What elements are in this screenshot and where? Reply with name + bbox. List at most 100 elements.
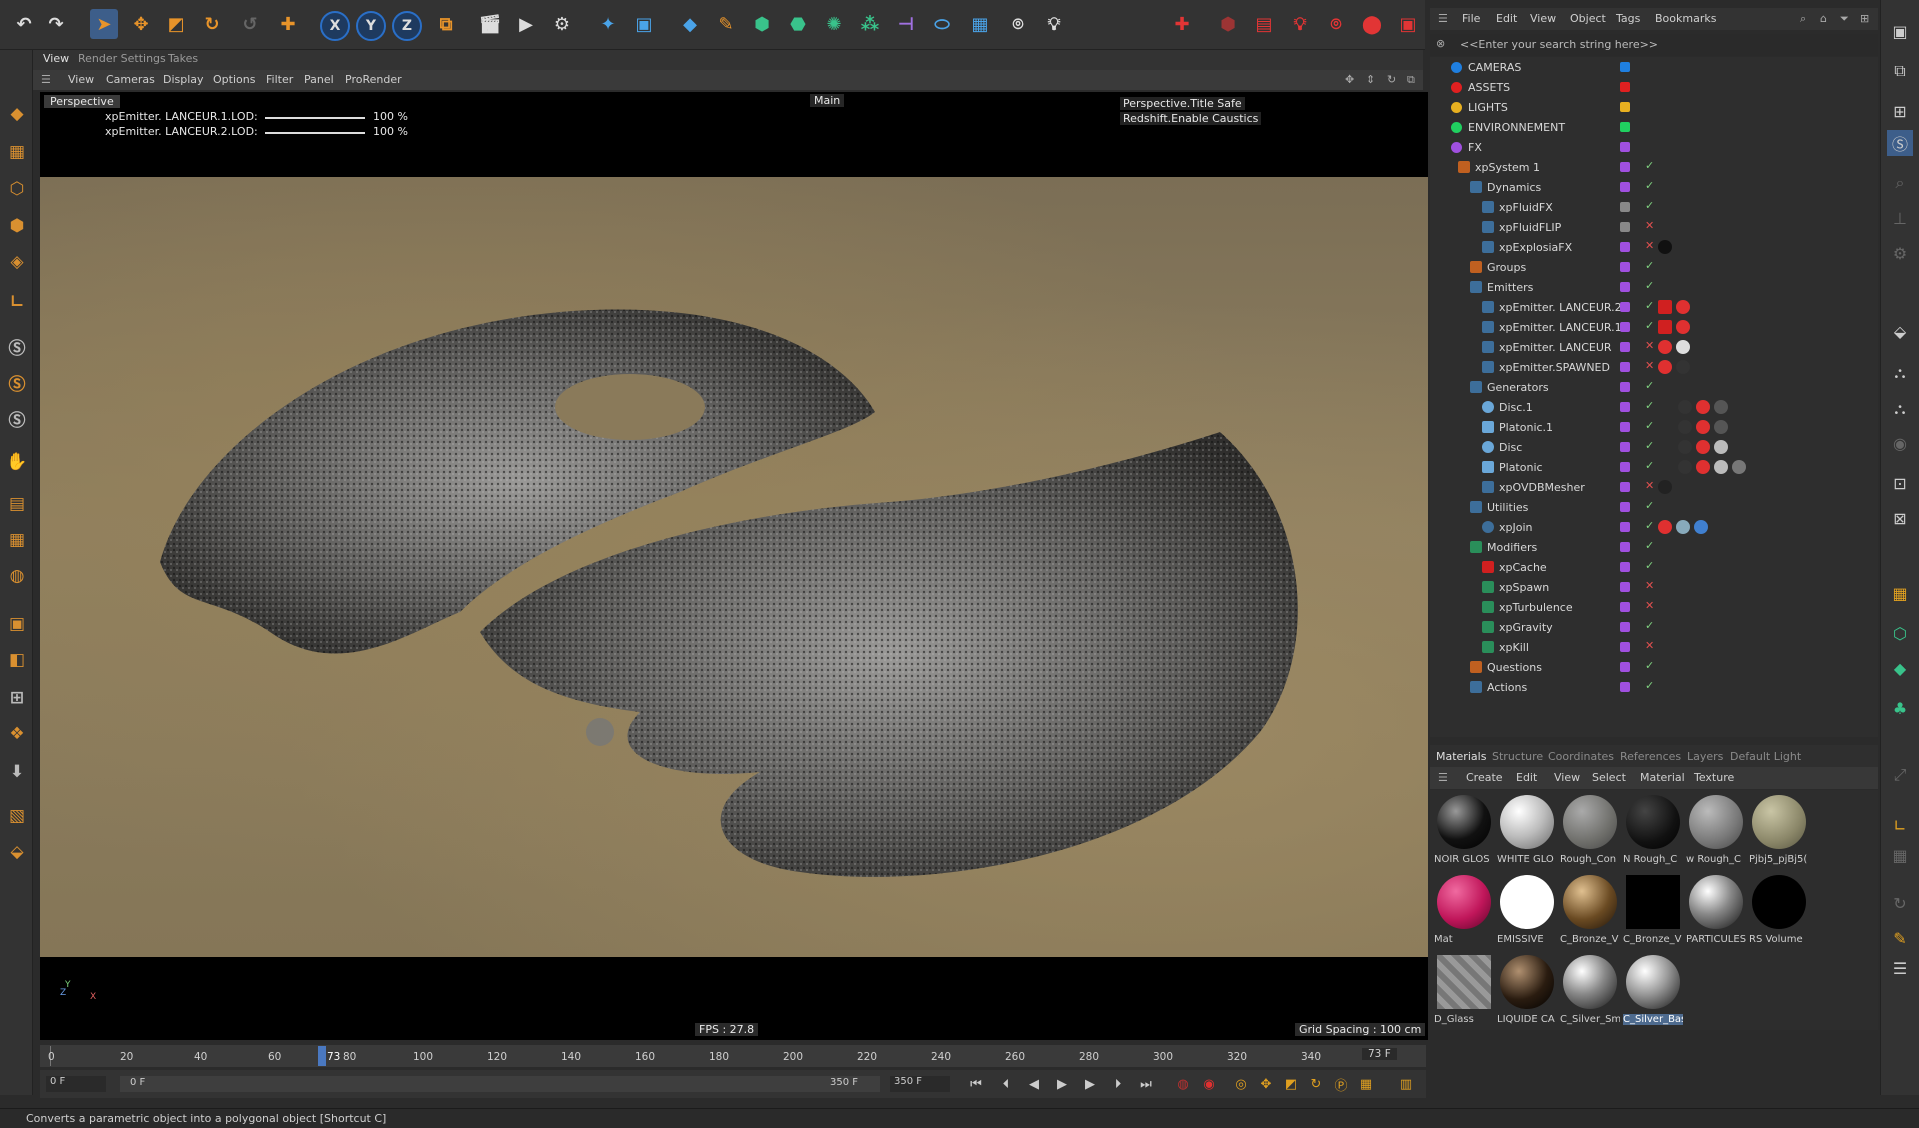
layer-swatch[interactable] xyxy=(1620,322,1630,332)
object-manager-icon[interactable]: ⧉ xyxy=(1887,58,1913,84)
lod-slider[interactable] xyxy=(265,117,365,119)
redshift-tag-icon[interactable] xyxy=(1658,520,1672,534)
redshift-ipr-icon[interactable]: ▣ xyxy=(1394,9,1422,39)
camera-icon[interactable]: ⌾ xyxy=(1004,9,1032,39)
layer-swatch[interactable] xyxy=(1620,462,1630,472)
end-frame-field[interactable]: 350 F xyxy=(890,1076,950,1092)
tree-row[interactable]: Emitters ✓ xyxy=(1430,277,1878,297)
disabled-x-icon[interactable]: ✕ xyxy=(1645,599,1654,612)
redshift-tag-icon[interactable] xyxy=(1696,460,1710,474)
layer-swatch[interactable] xyxy=(1620,422,1630,432)
xp-generator-icon[interactable]: ◆ xyxy=(1887,655,1913,681)
layer-swatch[interactable] xyxy=(1620,342,1630,352)
layer-swatch[interactable] xyxy=(1620,502,1630,512)
lod-row[interactable]: xpEmitter. LANCEUR.1.LOD: 100 % xyxy=(105,110,460,125)
tree-row[interactable]: xpTurbulence ✕ xyxy=(1430,597,1878,617)
disabled-x-icon[interactable]: ✕ xyxy=(1645,579,1654,592)
enabled-check-icon[interactable]: ✓ xyxy=(1645,559,1654,572)
tab-coordinates[interactable]: Coordinates xyxy=(1548,750,1614,763)
tab-materials[interactable]: Materials xyxy=(1436,750,1486,763)
menu-panel[interactable]: Panel xyxy=(304,73,334,86)
undo-icon[interactable]: ↶ xyxy=(10,9,38,39)
layer-swatch[interactable] xyxy=(1620,82,1630,92)
list-icon[interactable]: ☰ xyxy=(1887,955,1913,981)
xp-library-icon[interactable]: ▦ xyxy=(1887,580,1913,606)
close-icon[interactable]: ⊗ xyxy=(1436,37,1445,50)
redshift-tag-icon[interactable] xyxy=(1658,340,1672,354)
search-input[interactable]: <<Enter your search string here>> xyxy=(1460,38,1658,51)
material-swatch[interactable]: WHITE GLO xyxy=(1495,792,1555,868)
mat-menu-edit[interactable]: Edit xyxy=(1516,771,1537,784)
tree-row[interactable]: xpFluidFLIP ✕ xyxy=(1430,217,1878,237)
material-tag-icon[interactable] xyxy=(1658,480,1672,494)
key-move-icon[interactable]: ✥ xyxy=(1255,1074,1277,1094)
rotate-tool-icon[interactable]: ↻ xyxy=(198,9,226,39)
layer-swatch[interactable] xyxy=(1620,482,1630,492)
redshift-tag-icon[interactable] xyxy=(1696,440,1710,454)
hamburger-icon[interactable]: ☰ xyxy=(41,73,51,86)
layer-swatch[interactable] xyxy=(1620,682,1630,692)
autokey-icon[interactable]: ◉ xyxy=(1198,1074,1220,1094)
key-position-icon[interactable]: ◎ xyxy=(1230,1074,1252,1094)
new-window-icon[interactable]: ⊞ xyxy=(1860,12,1869,25)
material-swatch[interactable]: D_Glass xyxy=(1432,952,1492,1028)
points-mode-icon[interactable]: ⬡ xyxy=(3,175,31,203)
material-tag-icon[interactable] xyxy=(1714,400,1728,414)
object-icon[interactable]: ▣ xyxy=(630,9,658,39)
tab-structure[interactable]: Structure xyxy=(1492,750,1543,763)
layer-swatch[interactable] xyxy=(1620,402,1630,412)
disabled-x-icon[interactable]: ✕ xyxy=(1645,359,1654,372)
tree-row[interactable]: LIGHTS xyxy=(1430,97,1878,117)
material-swatch[interactable]: EMISSIVE xyxy=(1495,872,1555,948)
tree-row[interactable]: Disc ✓ xyxy=(1430,437,1878,457)
render-region-icon[interactable]: 🎬︎ xyxy=(476,9,504,39)
z-axis-lock-icon[interactable]: Z xyxy=(392,11,422,41)
tree-row[interactable]: Questions ✓ xyxy=(1430,657,1878,677)
layer-swatch[interactable] xyxy=(1620,602,1630,612)
layer-swatch[interactable] xyxy=(1620,262,1630,272)
cube-primitive-icon[interactable]: ◆ xyxy=(676,9,704,39)
y-axis-lock-icon[interactable]: Y xyxy=(356,11,386,41)
layer-swatch[interactable] xyxy=(1620,162,1630,172)
material-swatch[interactable]: C_Silver_Sm xyxy=(1558,952,1620,1028)
material-tag-icon[interactable] xyxy=(1732,460,1746,474)
prev-key-icon[interactable]: ⏴ xyxy=(995,1074,1017,1094)
add-tool-icon[interactable]: ✚ xyxy=(274,9,302,39)
tree-row[interactable]: xpEmitter. LANCEUR.2 ✓ xyxy=(1430,297,1878,317)
redshift-tag-icon[interactable] xyxy=(1658,360,1672,374)
material-swatch[interactable]: C_Bronze_V xyxy=(1558,872,1618,948)
tree-row[interactable]: CAMERAS xyxy=(1430,57,1878,77)
material-swatch[interactable]: Pjbj5_pjBj5( xyxy=(1747,792,1807,868)
deformer-icon[interactable]: ⊣ xyxy=(892,9,920,39)
key-pla-icon[interactable]: ▦ xyxy=(1355,1074,1377,1094)
redshift-camera-icon[interactable]: ⌾ xyxy=(1322,9,1350,39)
current-frame-field[interactable]: 73 F xyxy=(1362,1048,1397,1060)
layer-swatch[interactable] xyxy=(1620,142,1630,152)
material-tag-icon[interactable] xyxy=(1658,240,1672,254)
box-icon[interactable]: ⬙ xyxy=(3,838,31,866)
timeline-window-icon[interactable]: ▥ xyxy=(1395,1074,1417,1094)
xp-modifier-icon[interactable]: ♣ xyxy=(1887,695,1913,721)
redshift-icon[interactable]: ✚ xyxy=(1168,9,1196,39)
render-to-picture-viewer-icon[interactable]: ▣ xyxy=(3,610,31,638)
menu-display[interactable]: Display xyxy=(163,73,204,86)
xp-emitter-icon[interactable]: ⬡ xyxy=(1887,620,1913,646)
tree-row[interactable]: xpFluidFX ✓ xyxy=(1430,197,1878,217)
disabled-x-icon[interactable]: ✕ xyxy=(1645,339,1654,352)
layer-swatch[interactable] xyxy=(1620,362,1630,372)
tree-row[interactable]: ENVIRONNEMENT xyxy=(1430,117,1878,137)
pan-view-icon[interactable]: ✥ xyxy=(1345,73,1354,86)
layer-swatch[interactable] xyxy=(1620,382,1630,392)
x-axis-lock-icon[interactable]: X xyxy=(320,11,350,41)
go-to-end-icon[interactable]: ⏭ xyxy=(1135,1074,1157,1094)
cache-tag-icon[interactable] xyxy=(1658,320,1672,334)
expand-icon[interactable]: ⤢ xyxy=(1887,762,1913,788)
material-swatch[interactable]: RS Volume xyxy=(1747,872,1807,948)
tree-row[interactable]: xpSystem 1 ✓ xyxy=(1430,157,1878,177)
lod-slider[interactable] xyxy=(265,132,365,134)
menu-cameras[interactable]: Cameras xyxy=(106,73,155,86)
axis-mode-icon[interactable]: ∟ xyxy=(3,288,31,316)
attribute-icon[interactable]: ⊞ xyxy=(1887,98,1913,124)
tree-row[interactable]: xpEmitter. LANCEUR.1 ✓ xyxy=(1430,317,1878,337)
key-param-icon[interactable]: Ⓟ xyxy=(1330,1074,1352,1094)
